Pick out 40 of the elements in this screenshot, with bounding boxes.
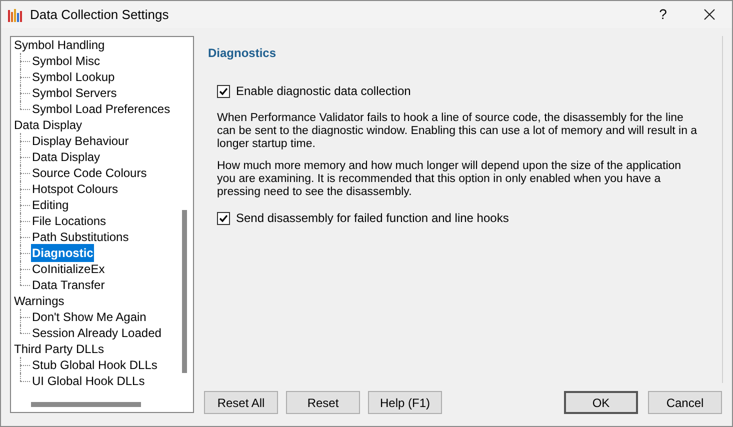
description-text: When Performance Validator fails to hook a line of source code, the disassembly for the line can be sent to the diagnostic window. Enabling this can use a lot of memory and will result in a longer startup time. (217, 112, 698, 151)
tree-item[interactable]: Data Display (31, 148, 102, 166)
tree-item[interactable]: Editing (31, 196, 70, 214)
dialog-button[interactable]: Reset (286, 391, 360, 414)
tree-item[interactable]: Warnings (13, 292, 66, 310)
tree-item[interactable]: Source Code Colours (31, 164, 148, 182)
checkbox[interactable] (217, 84, 230, 98)
tree-item[interactable]: CoInitializeEx (31, 260, 106, 278)
tree-item[interactable]: Don't Show Me Again (31, 308, 148, 326)
tree-item[interactable]: Data Display (13, 116, 84, 134)
checkbox[interactable] (217, 212, 230, 224)
tree-item[interactable]: Path Substitutions (31, 228, 130, 246)
bar-chart-icon (7, 6, 23, 22)
tree-item[interactable]: Third Party DLLs (13, 340, 106, 358)
dialog-button[interactable]: OK (564, 391, 638, 414)
description-text: How much more memory and how much longer will depend upon the size of the application you are examining. It is recommended that this option in only enabled when you have a pressing need to see the disassembly. (217, 160, 682, 199)
tree-item[interactable]: File Locations (31, 212, 108, 230)
tree-item[interactable]: Diagnostic (31, 244, 94, 262)
tree-item[interactable]: Symbol Load Preferences (31, 100, 172, 118)
dialog-button[interactable]: Reset All (204, 391, 278, 414)
tree-item[interactable]: Data Transfer (31, 276, 106, 294)
tree-item[interactable]: Session Already Loaded (31, 324, 162, 342)
tree-item[interactable]: Symbol Servers (31, 84, 118, 102)
horizontal-scrollbar[interactable] (31, 402, 141, 407)
dialog-button[interactable]: Cancel (648, 391, 722, 414)
tree-item[interactable]: Hotspot Colours (31, 180, 120, 198)
checkbox-label: Enable diagnostic data collection (236, 83, 411, 100)
dialog-button[interactable]: Help (F1) (368, 391, 442, 414)
tree-item[interactable]: UI Global Hook DLLs (31, 372, 146, 390)
tree-item[interactable]: Stub Global Hook DLLs (31, 356, 158, 374)
tree-item[interactable]: Display Behaviour (31, 132, 130, 150)
tree-item[interactable]: Symbol Misc (31, 52, 102, 70)
section-heading: Diagnostics (208, 45, 278, 62)
tree-item[interactable]: Symbol Handling (13, 37, 106, 54)
help-button[interactable]: ? (640, 1, 686, 28)
window-title: Data Collection Settings (30, 6, 169, 24)
checkbox-label: Send disassembly for failed function and line hooks (236, 210, 509, 227)
tree-item[interactable]: Symbol Lookup (31, 68, 116, 86)
vertical-scrollbar[interactable] (182, 210, 187, 373)
close-icon (704, 9, 714, 20)
